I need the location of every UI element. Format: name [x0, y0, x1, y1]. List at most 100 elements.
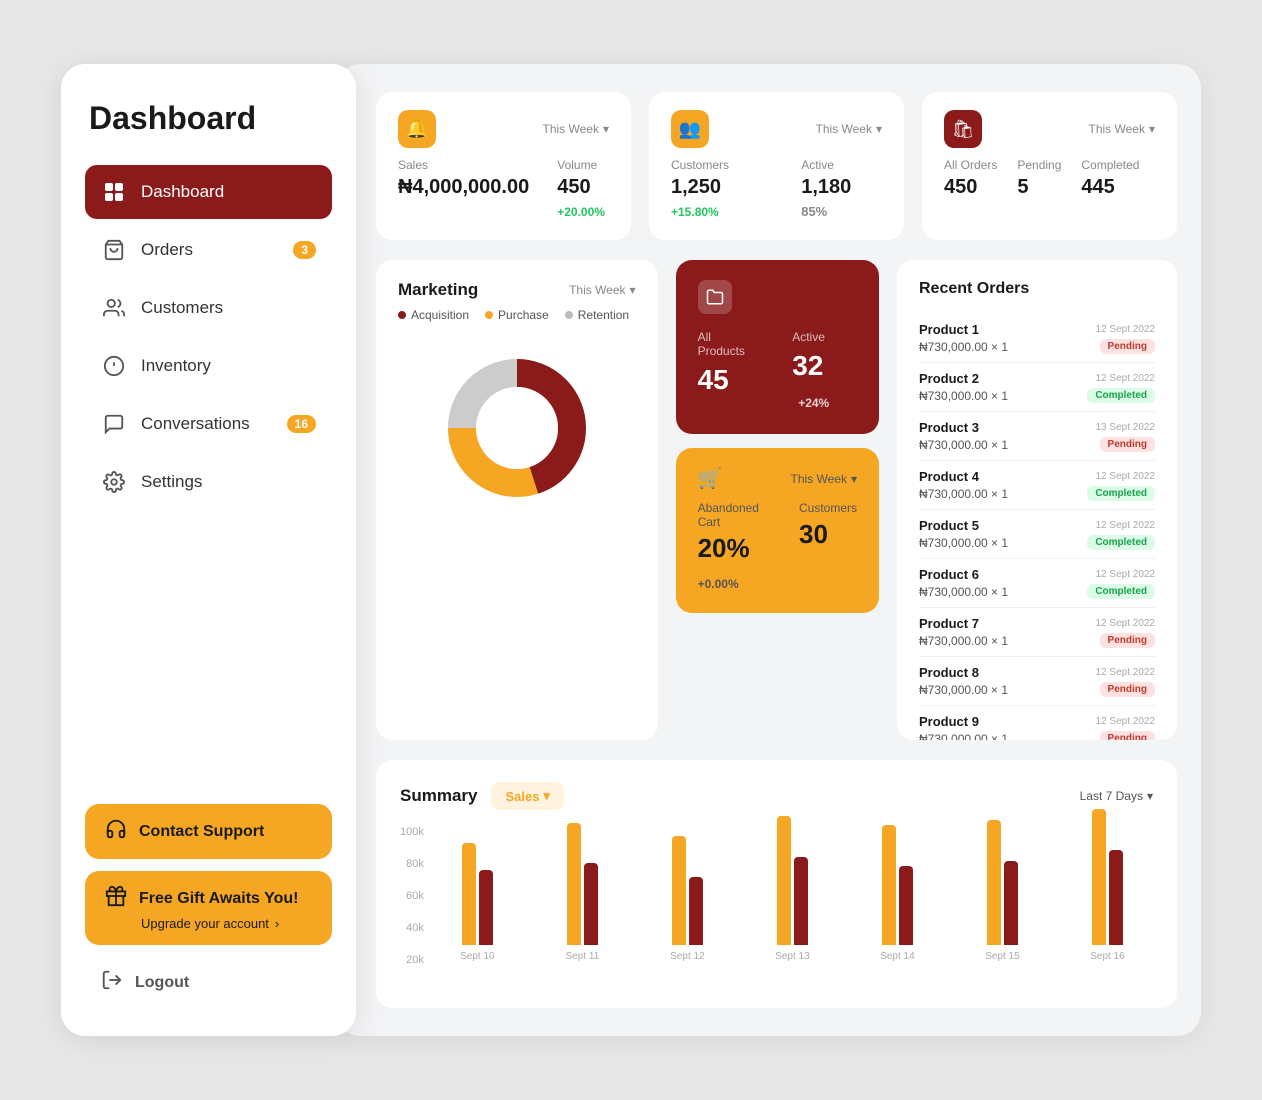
gift-button[interactable]: Free Gift Awaits You! Upgrade your accou…: [85, 871, 332, 945]
summary-title: Summary: [400, 786, 477, 806]
bar-label: Sept 16: [1090, 951, 1124, 962]
acquisition-dot: [398, 311, 406, 319]
all-orders-value: 450: [944, 176, 997, 199]
table-row: Product 5 12 Sept 2022 ₦730,000.00 × 1 C…: [919, 510, 1155, 559]
chevron-down-icon: ▾: [1147, 789, 1153, 803]
sales-tab[interactable]: Sales ▾: [491, 782, 564, 810]
order-price: ₦730,000.00 × 1: [919, 438, 1008, 452]
right-panel: All Products 45 Active 32 +24%: [676, 260, 879, 740]
order-date: 13 Sept 2022: [1096, 422, 1156, 433]
gift-title: Free Gift Awaits You!: [139, 890, 298, 908]
chevron-down-icon: ▾: [603, 122, 609, 136]
retention-dot: [565, 311, 573, 319]
bar-label: Sept 12: [670, 951, 704, 962]
bar-chart: Sept 10 Sept 11 Sept 12 Sept 13 Sept 14 …: [432, 826, 1153, 986]
sidebar-item-customers[interactable]: Customers: [85, 281, 332, 335]
order-name: Product 8: [919, 665, 979, 680]
bar-red: [584, 863, 598, 945]
all-products-value: 45: [698, 364, 753, 396]
marketing-title: Marketing: [398, 280, 478, 300]
orders-stat-card: 🛍 This Week ▾ All Orders 450 Pending 5: [922, 92, 1177, 240]
bar-yellow: [777, 816, 791, 945]
customers-stat-card: 👥 This Week ▾ Customers 1,250 +15.80%: [649, 92, 904, 240]
sidebar-item-settings[interactable]: Settings: [85, 455, 332, 509]
sidebar-item-orders[interactable]: Orders 3: [85, 223, 332, 277]
order-date: 12 Sept 2022: [1096, 324, 1156, 335]
bar-red: [1004, 861, 1018, 945]
sidebar-item-label: Settings: [141, 472, 202, 492]
bar-label: Sept 13: [775, 951, 809, 962]
logout-button[interactable]: Logout: [85, 957, 332, 1008]
bar-pair: [777, 816, 808, 945]
order-date: 12 Sept 2022: [1096, 569, 1156, 580]
orders-panel-title: Recent Orders: [919, 280, 1155, 298]
period-select[interactable]: Last 7 Days ▾: [1080, 789, 1153, 803]
order-name: Product 4: [919, 469, 979, 484]
marketing-period[interactable]: This Week ▾: [569, 283, 636, 297]
bar-group: Sept 12: [642, 836, 733, 962]
status-badge: Pending: [1100, 682, 1155, 697]
order-name: Product 6: [919, 567, 979, 582]
pending-label: Pending: [1017, 158, 1061, 172]
table-row: Product 9 12 Sept 2022 ₦730,000.00 × 1 P…: [919, 706, 1155, 740]
order-name: Product 1: [919, 322, 979, 337]
cart-period[interactable]: This Week ▾: [791, 472, 858, 486]
donut-chart-wrapper: [398, 338, 636, 518]
order-name: Product 9: [919, 714, 979, 729]
status-badge: Completed: [1087, 388, 1155, 403]
table-row: Product 3 13 Sept 2022 ₦730,000.00 × 1 P…: [919, 412, 1155, 461]
status-badge: Completed: [1087, 535, 1155, 550]
status-badge: Pending: [1100, 339, 1155, 354]
bar-pair: [1092, 809, 1123, 945]
customers-icon: [101, 295, 127, 321]
customers-badge: +15.80%: [671, 205, 719, 219]
bar-group: Sept 15: [957, 820, 1048, 962]
order-price: ₦730,000.00 × 1: [919, 732, 1008, 741]
headset-icon: [105, 818, 127, 845]
bar-group: Sept 11: [537, 823, 628, 962]
volume-label: Volume: [557, 158, 609, 172]
order-name: Product 2: [919, 371, 979, 386]
orders-period[interactable]: This Week ▾: [1089, 122, 1156, 136]
cart-card: 🛒 This Week ▾ Abandoned Cart 20% +0.00%: [676, 448, 879, 613]
sidebar-item-inventory[interactable]: Inventory: [85, 339, 332, 393]
bar-pair: [987, 820, 1018, 945]
order-price: ₦730,000.00 × 1: [919, 340, 1008, 354]
table-row: Product 1 12 Sept 2022 ₦730,000.00 × 1 P…: [919, 314, 1155, 363]
table-row: Product 2 12 Sept 2022 ₦730,000.00 × 1 C…: [919, 363, 1155, 412]
sidebar-item-label: Dashboard: [141, 182, 224, 202]
bar-label: Sept 15: [985, 951, 1019, 962]
sidebar-bottom: Contact Support Free Gift Awaits You!: [85, 804, 332, 1008]
order-date: 12 Sept 2022: [1096, 373, 1156, 384]
app-wrapper: Dashboard Dashboard: [61, 64, 1201, 1036]
table-row: Product 7 12 Sept 2022 ₦730,000.00 × 1 P…: [919, 608, 1155, 657]
bar-label: Sept 10: [460, 951, 494, 962]
orders-icon: [101, 237, 127, 263]
bar-yellow: [987, 820, 1001, 945]
table-row: Product 4 12 Sept 2022 ₦730,000.00 × 1 C…: [919, 461, 1155, 510]
donut-chart: [437, 348, 597, 508]
status-badge: Pending: [1100, 633, 1155, 648]
status-badge: Pending: [1100, 437, 1155, 452]
sales-stat-card: 🔔 This Week ▾ Sales ₦4,000,000.00 Volume: [376, 92, 631, 240]
order-price: ₦730,000.00 × 1: [919, 536, 1008, 550]
sales-value: ₦4,000,000.00: [398, 176, 529, 199]
stats-row: 🔔 This Week ▾ Sales ₦4,000,000.00 Volume: [376, 92, 1177, 240]
customers-period[interactable]: This Week ▾: [816, 122, 883, 136]
order-date: 12 Sept 2022: [1096, 471, 1156, 482]
contact-support-button[interactable]: Contact Support: [85, 804, 332, 859]
inventory-icon: [101, 353, 127, 379]
abandoned-label: Abandoned Cart: [698, 501, 759, 529]
sidebar-item-dashboard[interactable]: Dashboard: [85, 165, 332, 219]
bar-pair: [882, 825, 913, 945]
sales-period[interactable]: This Week ▾: [543, 122, 610, 136]
sales-label: Sales: [398, 158, 529, 172]
all-products-label: All Products: [698, 330, 753, 358]
bar-red: [1109, 850, 1123, 945]
order-price: ₦730,000.00 × 1: [919, 389, 1008, 403]
sidebar-item-conversations[interactable]: Conversations 16: [85, 397, 332, 451]
chevron-down-icon: ▾: [1149, 122, 1155, 136]
volume-badge: +20.00%: [557, 205, 605, 219]
bar-label: Sept 11: [566, 951, 600, 962]
bar-yellow: [567, 823, 581, 945]
